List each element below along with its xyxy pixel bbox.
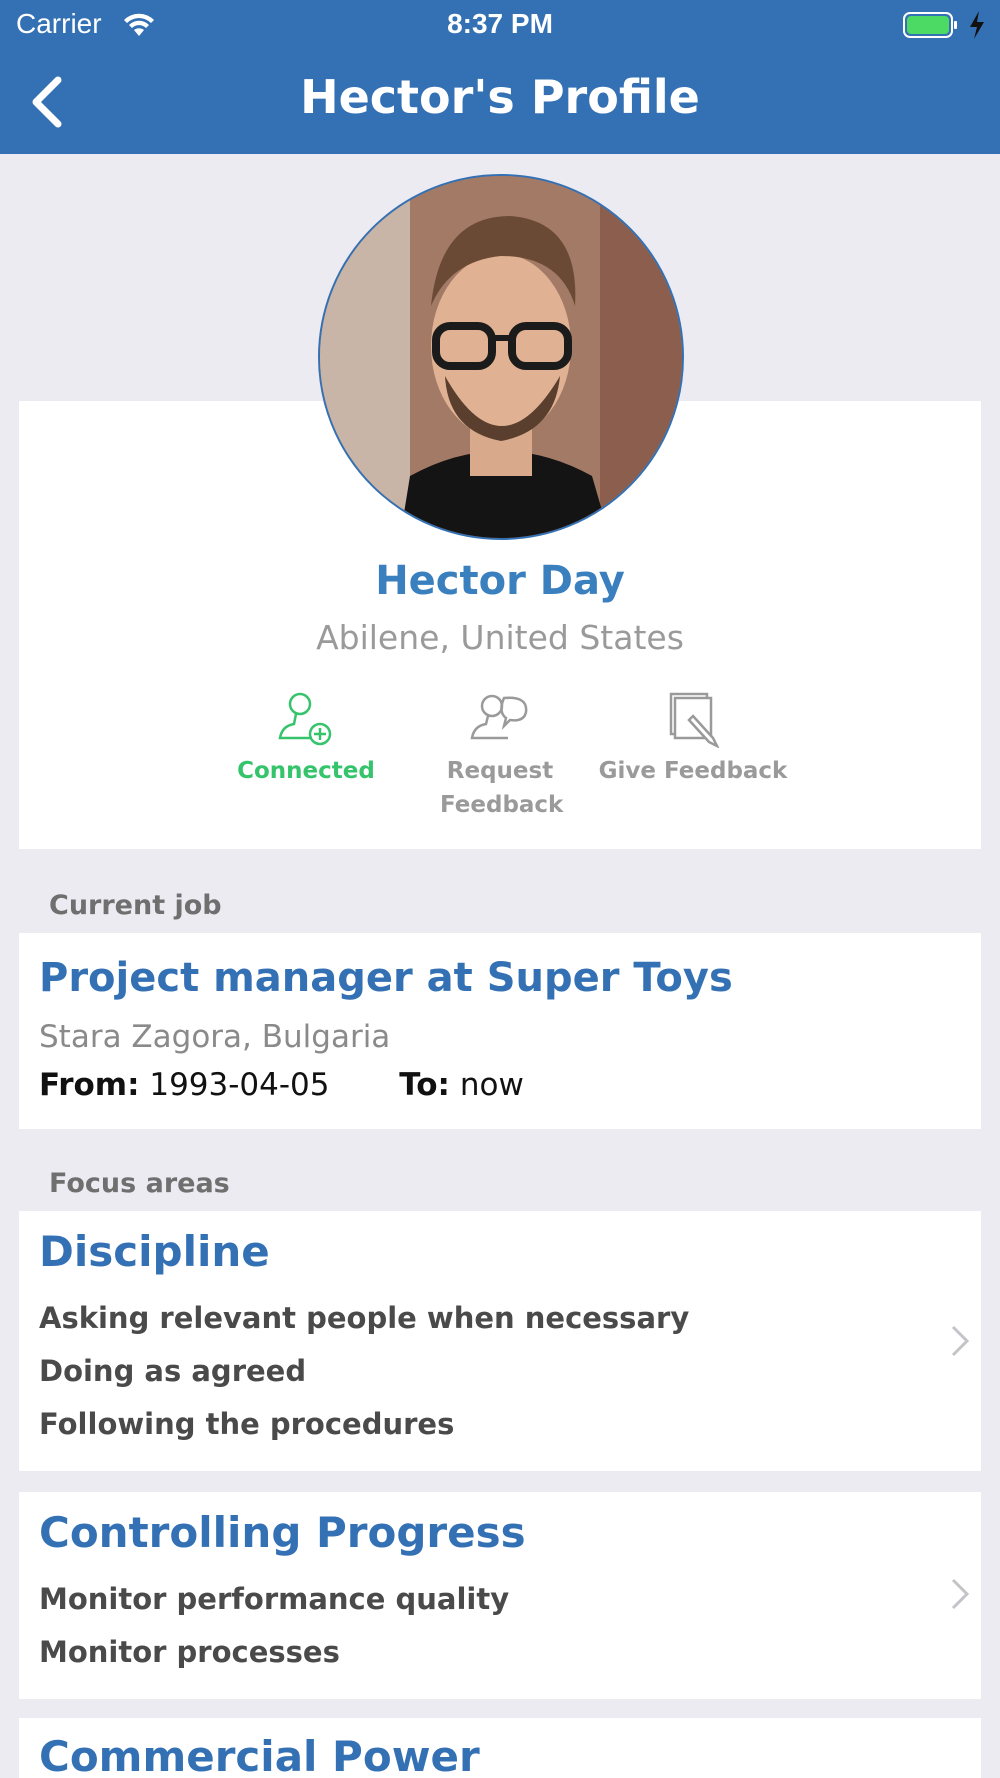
to-label: To: — [399, 1067, 450, 1103]
to-value: now — [459, 1067, 524, 1103]
status-bar: Carrier 8:37 PM — [0, 0, 1000, 50]
connected-button[interactable]: Connected — [206, 690, 406, 788]
connected-label: Connected — [237, 758, 375, 784]
avatar — [318, 174, 684, 540]
focus-areas-section-label: Focus areas — [49, 1168, 230, 1199]
job-location: Stara Zagora, Bulgaria — [39, 1019, 391, 1055]
page-title: Hector's Profile — [300, 70, 700, 124]
focus-area-item: Doing as agreed — [39, 1354, 307, 1388]
charging-bolt-icon — [970, 11, 984, 39]
current-job-card: Project manager at Super Toys Stara Zago… — [19, 933, 981, 1129]
request-feedback-icon — [470, 694, 528, 740]
request-feedback-button[interactable]: Request Feedback — [400, 690, 600, 822]
focus-area-card-commercial-power[interactable]: Commercial Power — [19, 1718, 981, 1778]
give-feedback-button[interactable]: Give Feedback — [593, 690, 793, 788]
profile-name: Hector Day — [375, 558, 625, 604]
focus-area-card-discipline[interactable]: Discipline Asking relevant people when n… — [19, 1211, 981, 1471]
nav-bar: Hector's Profile — [0, 50, 1000, 154]
from-value: 1993-04-05 — [149, 1067, 330, 1103]
give-feedback-icon — [669, 692, 720, 748]
header: Carrier 8:37 PM Hector's Profile — [0, 0, 1000, 154]
from-label: From: — [39, 1067, 140, 1103]
battery-icon — [903, 12, 957, 38]
focus-area-card-controlling-progress[interactable]: Controlling Progress Monitor performance… — [19, 1492, 981, 1699]
focus-area-title: Commercial Power — [39, 1732, 480, 1778]
give-feedback-label: Give Feedback — [598, 758, 788, 784]
chevron-right-icon — [951, 1578, 970, 1610]
chevron-right-icon — [951, 1325, 970, 1357]
current-job-section-label: Current job — [49, 890, 222, 921]
focus-area-title: Discipline — [39, 1227, 270, 1276]
profile-location: Abilene, United States — [316, 618, 684, 657]
add-person-icon — [278, 692, 332, 746]
focus-area-item: Asking relevant people when necessary — [39, 1301, 690, 1335]
focus-area-item: Monitor processes — [39, 1635, 340, 1669]
job-dates: From: 1993-04-05 To: now — [39, 1067, 524, 1103]
job-title: Project manager at Super Toys — [39, 955, 733, 1001]
focus-area-title: Controlling Progress — [39, 1508, 526, 1557]
avatar-photo — [320, 176, 682, 538]
request-feedback-label: Request Feedback — [440, 758, 564, 818]
focus-area-item: Following the procedures — [39, 1407, 455, 1441]
status-time: 8:37 PM — [447, 8, 553, 39]
focus-area-item: Monitor performance quality — [39, 1582, 510, 1616]
